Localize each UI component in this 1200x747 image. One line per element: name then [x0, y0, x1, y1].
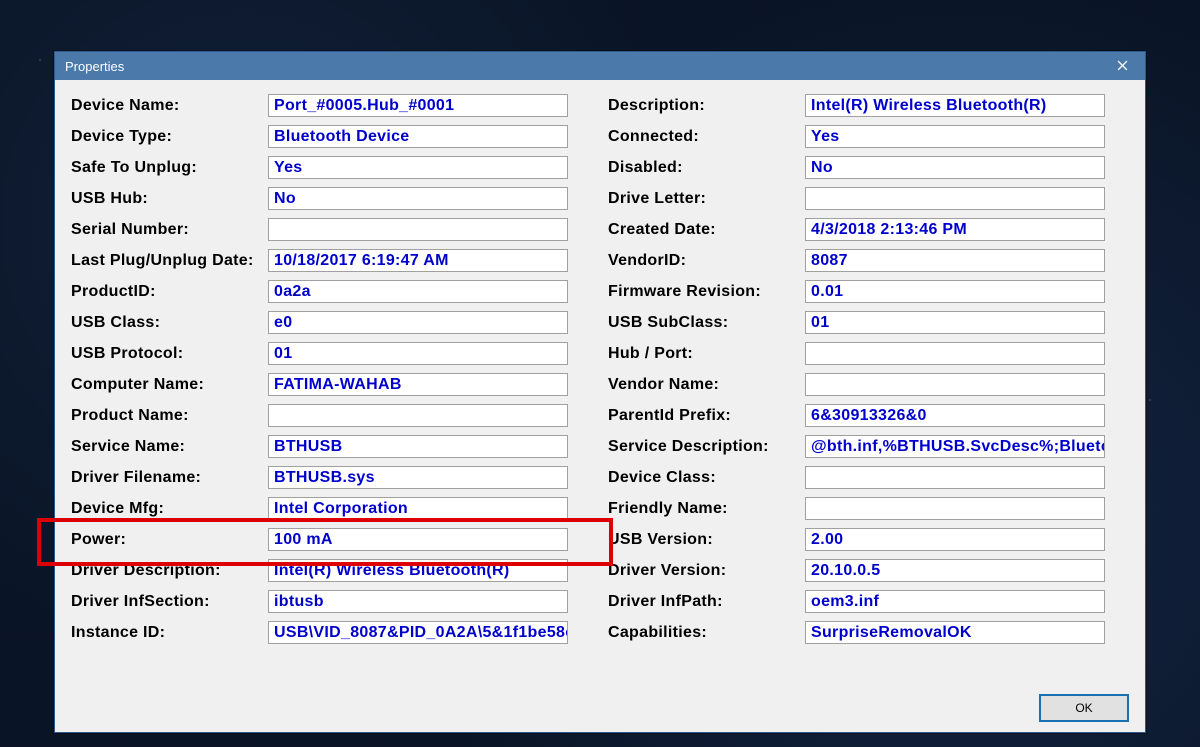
value-disabled[interactable]: No — [805, 156, 1105, 179]
properties-dialog: Properties Device Name:Port_#0005.Hub_#0… — [54, 51, 1146, 733]
label-computer_name: Computer Name: — [71, 376, 268, 394]
close-icon — [1117, 59, 1128, 74]
label-driver_filename: Driver Filename: — [71, 469, 268, 487]
value-driver_description[interactable]: Intel(R) Wireless Bluetooth(R) — [268, 559, 568, 582]
label-firmware_revision: Firmware Revision: — [608, 283, 805, 301]
dialog-client-area: Device Name:Port_#0005.Hub_#0001 Descript… — [55, 80, 1145, 732]
value-device_class[interactable] — [805, 466, 1105, 489]
value-hub_port[interactable] — [805, 342, 1105, 365]
label-device_type: Device Type: — [71, 128, 268, 146]
label-connected: Connected: — [608, 128, 805, 146]
value-driver_infpath[interactable]: oem3.inf — [805, 590, 1105, 613]
value-service_name[interactable]: BTHUSB — [268, 435, 568, 458]
value-device_mfg[interactable]: Intel Corporation — [268, 497, 568, 520]
label-usb_subclass: USB SubClass: — [608, 314, 805, 332]
label-capabilities: Capabilities: — [608, 624, 805, 642]
label-usb_class: USB Class: — [71, 314, 268, 332]
dialog-footer: OK — [71, 684, 1129, 722]
label-driver_infpath: Driver InfPath: — [608, 593, 805, 611]
label-last_plug_unplug: Last Plug/Unplug Date: — [71, 252, 268, 270]
value-service_description[interactable]: @bth.inf,%BTHUSB.SvcDesc%;Blueto — [805, 435, 1105, 458]
value-usb_class[interactable]: e0 — [268, 311, 568, 334]
label-service_name: Service Name: — [71, 438, 268, 456]
value-product_id[interactable]: 0a2a — [268, 280, 568, 303]
label-serial_number: Serial Number: — [71, 221, 268, 239]
value-firmware_revision[interactable]: 0.01 — [805, 280, 1105, 303]
label-power: Power: — [71, 531, 268, 549]
label-usb_hub: USB Hub: — [71, 190, 268, 208]
desktop-background: Properties Device Name:Port_#0005.Hub_#0… — [0, 0, 1200, 747]
ok-label: OK — [1075, 701, 1092, 715]
value-usb_version[interactable]: 2.00 — [805, 528, 1105, 551]
label-driver_description: Driver Description: — [71, 562, 268, 580]
properties-grid: Device Name:Port_#0005.Hub_#0001 Descript… — [71, 94, 1129, 644]
label-usb_protocol: USB Protocol: — [71, 345, 268, 363]
label-vendor_id: VendorID: — [608, 252, 805, 270]
value-serial_number[interactable] — [268, 218, 568, 241]
close-button[interactable] — [1100, 52, 1145, 80]
label-friendly_name: Friendly Name: — [608, 500, 805, 518]
value-device_name[interactable]: Port_#0005.Hub_#0001 — [268, 94, 568, 117]
label-service_description: Service Description: — [608, 438, 805, 456]
label-description: Description: — [608, 97, 805, 115]
value-driver_infsection[interactable]: ibtusb — [268, 590, 568, 613]
window-title: Properties — [65, 59, 1100, 74]
label-disabled: Disabled: — [608, 159, 805, 177]
value-vendor_name[interactable] — [805, 373, 1105, 396]
value-description[interactable]: Intel(R) Wireless Bluetooth(R) — [805, 94, 1105, 117]
value-driver_version[interactable]: 20.10.0.5 — [805, 559, 1105, 582]
value-driver_filename[interactable]: BTHUSB.sys — [268, 466, 568, 489]
value-instance_id[interactable]: USB\VID_8087&PID_0A2A\5&1f1be58e — [268, 621, 568, 644]
label-safe_to_unplug: Safe To Unplug: — [71, 159, 268, 177]
value-usb_hub[interactable]: No — [268, 187, 568, 210]
label-product_name: Product Name: — [71, 407, 268, 425]
value-computer_name[interactable]: FATIMA-WAHAB — [268, 373, 568, 396]
label-instance_id: Instance ID: — [71, 624, 268, 642]
value-last_plug_unplug[interactable]: 10/18/2017 6:19:47 AM — [268, 249, 568, 272]
label-device_class: Device Class: — [608, 469, 805, 487]
label-device_name: Device Name: — [71, 97, 268, 115]
label-vendor_name: Vendor Name: — [608, 376, 805, 394]
value-parentid_prefix[interactable]: 6&30913326&0 — [805, 404, 1105, 427]
value-vendor_id[interactable]: 8087 — [805, 249, 1105, 272]
label-drive_letter: Drive Letter: — [608, 190, 805, 208]
label-parentid_prefix: ParentId Prefix: — [608, 407, 805, 425]
value-power[interactable]: 100 mA — [268, 528, 568, 551]
titlebar[interactable]: Properties — [55, 52, 1145, 80]
value-usb_protocol[interactable]: 01 — [268, 342, 568, 365]
value-connected[interactable]: Yes — [805, 125, 1105, 148]
label-hub_port: Hub / Port: — [608, 345, 805, 363]
label-driver_version: Driver Version: — [608, 562, 805, 580]
label-driver_infsection: Driver InfSection: — [71, 593, 268, 611]
ok-button[interactable]: OK — [1039, 694, 1129, 722]
value-drive_letter[interactable] — [805, 187, 1105, 210]
label-product_id: ProductID: — [71, 283, 268, 301]
value-device_type[interactable]: Bluetooth Device — [268, 125, 568, 148]
label-usb_version: USB Version: — [608, 531, 805, 549]
value-friendly_name[interactable] — [805, 497, 1105, 520]
value-safe_to_unplug[interactable]: Yes — [268, 156, 568, 179]
value-capabilities[interactable]: SurpriseRemovalOK — [805, 621, 1105, 644]
label-device_mfg: Device Mfg: — [71, 500, 268, 518]
label-created_date: Created Date: — [608, 221, 805, 239]
value-usb_subclass[interactable]: 01 — [805, 311, 1105, 334]
value-product_name[interactable] — [268, 404, 568, 427]
value-created_date[interactable]: 4/3/2018 2:13:46 PM — [805, 218, 1105, 241]
